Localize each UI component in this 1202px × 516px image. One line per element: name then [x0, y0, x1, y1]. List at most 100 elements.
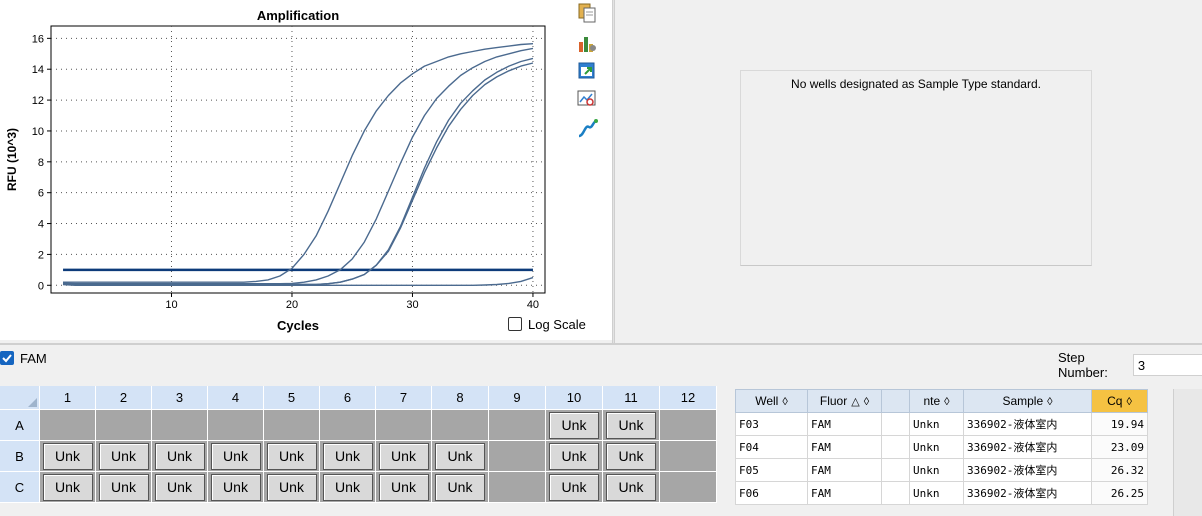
table-scroll-edge[interactable]: [1173, 389, 1202, 516]
plate-well[interactable]: Unk: [546, 441, 603, 472]
plate-column-header[interactable]: 9: [489, 386, 546, 410]
fam-checkbox[interactable]: [0, 351, 14, 365]
log-scale-toggle[interactable]: Log Scale: [508, 315, 586, 333]
well-type-label: Unk: [378, 442, 429, 470]
well-type-label: Unk: [322, 442, 373, 470]
well-type-label: Unk: [322, 473, 373, 501]
plate-well[interactable]: Unk: [546, 410, 603, 441]
sort-icon[interactable]: ◊: [1126, 396, 1131, 408]
copy-icon[interactable]: [576, 2, 598, 24]
vertical-splitter[interactable]: [612, 0, 615, 343]
plate-well[interactable]: [40, 410, 96, 441]
plate-well[interactable]: Unk: [603, 441, 660, 472]
plate-well[interactable]: [432, 410, 489, 441]
plate-well[interactable]: Unk: [152, 472, 208, 503]
plate-well[interactable]: Unk: [376, 441, 432, 472]
plate-well[interactable]: [660, 410, 717, 441]
zoom-icon[interactable]: [576, 88, 598, 110]
plate-well[interactable]: [489, 410, 546, 441]
col-header-sample[interactable]: Sample ◊: [963, 389, 1092, 413]
plate-well[interactable]: Unk: [546, 472, 603, 503]
plate-column-header[interactable]: 12: [660, 386, 717, 410]
table-row[interactable]: F04 FAM Unkn 336902-液体室内 23.09: [735, 435, 1148, 459]
cell-well: F03: [735, 412, 808, 436]
plate-well[interactable]: [208, 410, 264, 441]
sort-icon[interactable]: ◊: [782, 396, 787, 408]
cell-cq: 19.94: [1091, 412, 1148, 436]
sort-icon[interactable]: ◊: [944, 396, 949, 408]
cell-cq: 26.25: [1091, 481, 1148, 505]
plate-well[interactable]: [376, 410, 432, 441]
log-scale-checkbox[interactable]: [508, 317, 522, 331]
plate-well[interactable]: Unk: [40, 472, 96, 503]
plate-well[interactable]: [489, 472, 546, 503]
sort-icon[interactable]: ◊: [1047, 396, 1052, 408]
bar-chart-icon[interactable]: [576, 32, 598, 54]
col-header-well[interactable]: Well ◊: [735, 389, 808, 413]
plate-well[interactable]: Unk: [152, 441, 208, 472]
cell-fluor: FAM: [807, 458, 882, 482]
plate-well[interactable]: Unk: [96, 472, 152, 503]
plate-well[interactable]: Unk: [432, 472, 489, 503]
plate-column-header[interactable]: 7: [376, 386, 432, 410]
plate-well[interactable]: [660, 441, 717, 472]
table-row[interactable]: F06 FAM Unkn 336902-液体室内 26.25: [735, 481, 1148, 505]
col-header-target[interactable]: [881, 389, 910, 413]
plate-column-header[interactable]: 4: [208, 386, 264, 410]
plate-column-header[interactable]: 2: [96, 386, 152, 410]
plate-well[interactable]: Unk: [320, 441, 376, 472]
plate-column-header[interactable]: 11: [603, 386, 660, 410]
plate-well[interactable]: [660, 472, 717, 503]
horizontal-splitter[interactable]: [0, 343, 1202, 345]
well-type-label: Unk: [98, 473, 149, 501]
col-header-fluor[interactable]: Fluor △ ◊: [807, 389, 882, 413]
plate-well[interactable]: Unk: [208, 472, 264, 503]
sort-ascending-icon[interactable]: △: [851, 396, 859, 408]
cell-sample: 336902-液体室内: [963, 435, 1092, 459]
well-type-label: Unk: [435, 473, 485, 501]
step-number-select[interactable]: 3: [1132, 354, 1202, 376]
plate-well[interactable]: Unk: [96, 441, 152, 472]
plate-row-header[interactable]: C: [0, 472, 40, 503]
cell-target: [881, 481, 910, 505]
curve-icon[interactable]: [576, 118, 598, 140]
plate-column-header[interactable]: 3: [152, 386, 208, 410]
fluor-filter-fam[interactable]: FAM: [0, 349, 47, 367]
plate-well[interactable]: Unk: [603, 410, 660, 441]
plate-well[interactable]: [152, 410, 208, 441]
plate-well[interactable]: [320, 410, 376, 441]
plate-well[interactable]: Unk: [320, 472, 376, 503]
plate-row-header[interactable]: B: [0, 441, 40, 472]
plate-well[interactable]: Unk: [603, 472, 660, 503]
plate-well[interactable]: [96, 410, 152, 441]
plate-row-header[interactable]: A: [0, 410, 40, 441]
plate-well[interactable]: Unk: [208, 441, 264, 472]
cell-content: Unkn: [909, 458, 964, 482]
col-header-content[interactable]: nte ◊: [909, 389, 964, 413]
plate-column-header[interactable]: 1: [40, 386, 96, 410]
well-type-label: Unk: [210, 473, 261, 501]
table-row[interactable]: F03 FAM Unkn 336902-液体室内 19.94: [735, 412, 1148, 436]
col-header-cq[interactable]: Cq ◊: [1091, 389, 1148, 413]
cell-fluor: FAM: [807, 481, 882, 505]
plate-column-header[interactable]: 10: [546, 386, 603, 410]
well-type-label: Unk: [606, 411, 656, 439]
plate-column-header[interactable]: 8: [432, 386, 489, 410]
plate-select-all[interactable]: [0, 386, 40, 410]
plate-column-header[interactable]: 6: [320, 386, 376, 410]
plate-well[interactable]: Unk: [264, 472, 320, 503]
sort-icon[interactable]: ◊: [864, 396, 869, 408]
export-icon[interactable]: [576, 60, 598, 82]
plate-well[interactable]: Unk: [40, 441, 96, 472]
plate-well[interactable]: Unk: [432, 441, 489, 472]
plate-well[interactable]: [489, 441, 546, 472]
table-row[interactable]: F05 FAM Unkn 336902-液体室内 26.32: [735, 458, 1148, 482]
plate-well[interactable]: Unk: [376, 472, 432, 503]
y-tick-label: 4: [38, 219, 44, 231]
plate-well[interactable]: [264, 410, 320, 441]
plate-well[interactable]: Unk: [264, 441, 320, 472]
cell-cq: 23.09: [1091, 435, 1148, 459]
plate-column-header[interactable]: 5: [264, 386, 320, 410]
chart-title: Amplification: [257, 8, 339, 23]
cell-content: Unkn: [909, 412, 964, 436]
